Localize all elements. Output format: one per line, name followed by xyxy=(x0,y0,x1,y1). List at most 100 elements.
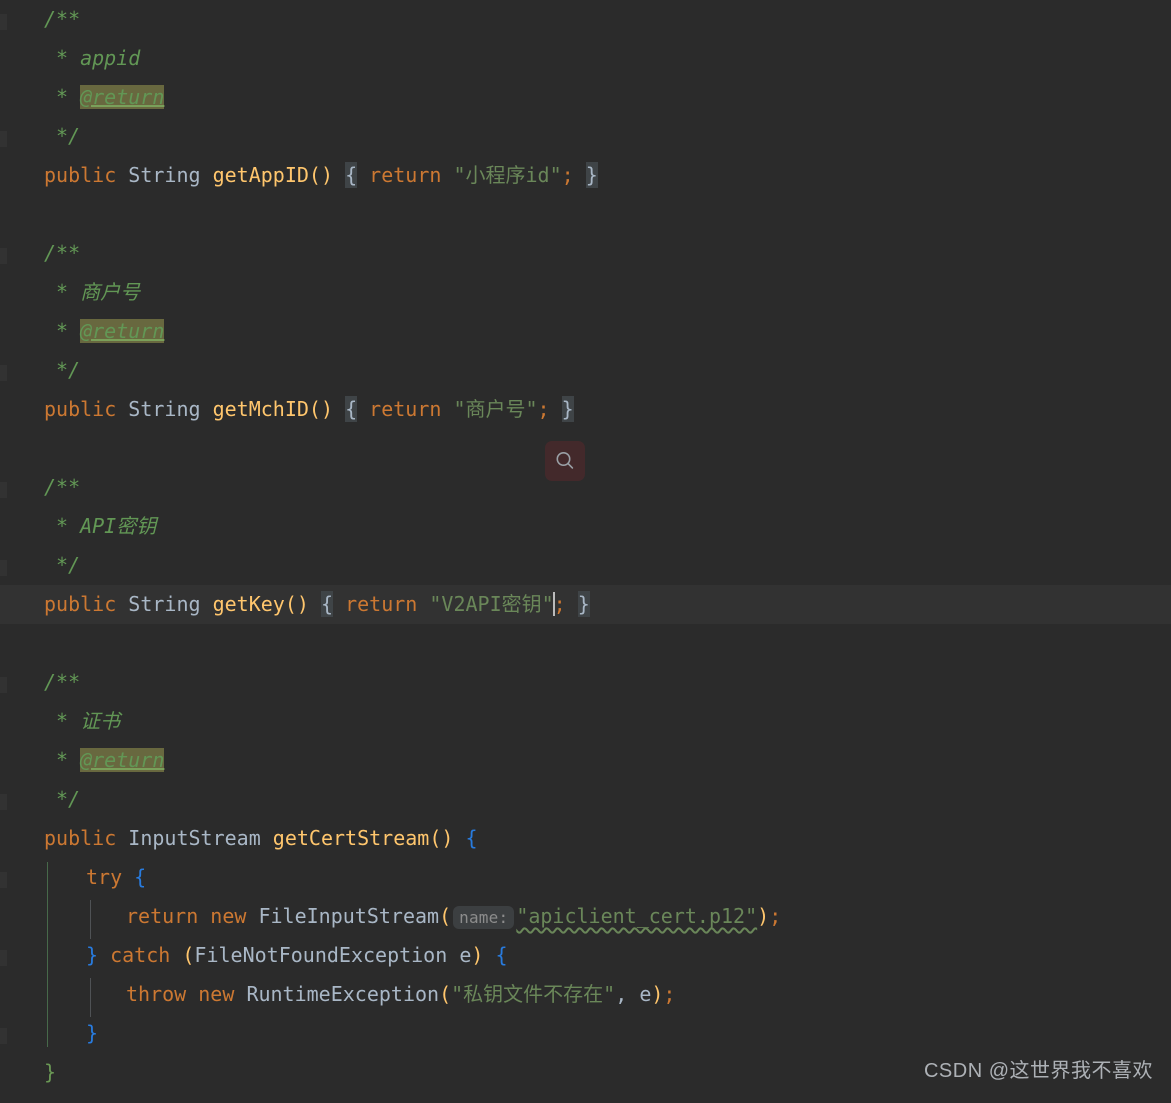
search-icon-chip[interactable] xyxy=(545,441,585,481)
code-line[interactable]: * 证书 xyxy=(0,702,1171,741)
code-line[interactable]: } xyxy=(0,1014,1171,1053)
paren-pair: () xyxy=(308,397,334,421)
code-line[interactable]: /** xyxy=(0,663,1171,702)
keyword-public: public xyxy=(44,592,117,616)
comment-open: /** xyxy=(44,7,81,31)
comment-asterisk: * xyxy=(56,46,69,70)
code-line-blank[interactable] xyxy=(0,429,1171,468)
code-line[interactable]: * appid xyxy=(0,39,1171,78)
brace-open: { xyxy=(465,826,478,850)
variable-e: e xyxy=(639,982,652,1006)
method-name-getappid[interactable]: getAppID xyxy=(213,163,309,187)
code-line[interactable]: public String getMchID() { return "商户号";… xyxy=(0,390,1171,429)
keyword-new: new xyxy=(198,982,235,1006)
keyword-public: public xyxy=(44,397,117,421)
code-line[interactable]: * @return xyxy=(0,741,1171,780)
brace-open-highlight: { xyxy=(345,396,358,422)
code-line[interactable]: */ xyxy=(0,117,1171,156)
watermark: CSDN @这世界我不喜欢 xyxy=(923,1060,1153,1082)
paren-open: ( xyxy=(439,904,452,928)
method-fold-line[interactable] xyxy=(47,862,48,1047)
type-runtimeexception: RuntimeException xyxy=(246,982,440,1006)
code-line[interactable]: */ xyxy=(0,780,1171,819)
method-name-getmchid[interactable]: getMchID xyxy=(213,397,309,421)
code-line-current[interactable]: public String getKey() { return "V2API密钥… xyxy=(0,585,1171,624)
comment-asterisk: * xyxy=(56,280,69,304)
code-line[interactable]: } catch (FileNotFoundException e) { xyxy=(0,936,1171,975)
brace-close: } xyxy=(86,943,99,967)
type-filenotfoundexception: FileNotFoundException xyxy=(194,943,448,967)
comment-open: /** xyxy=(44,475,81,499)
paren-pair: () xyxy=(429,826,454,850)
code-line[interactable]: * @return xyxy=(0,312,1171,351)
paren-pair: () xyxy=(308,163,334,187)
semicolon: ; xyxy=(663,982,676,1006)
semicolon: ; xyxy=(537,397,550,421)
type-string: String xyxy=(128,592,201,616)
comment-close: */ xyxy=(56,358,81,382)
code-line[interactable]: try { xyxy=(0,858,1171,897)
type-fileinputstream: FileInputStream xyxy=(258,904,440,928)
code-line[interactable]: return new FileInputStream(name: "apiclie… xyxy=(0,897,1171,936)
string-literal-mchid: "商户号" xyxy=(453,397,538,421)
comment-close: */ xyxy=(56,553,81,577)
brace-open-highlight: { xyxy=(345,162,358,188)
keyword-return: return xyxy=(369,397,442,421)
code-line[interactable]: */ xyxy=(0,546,1171,585)
comment-close: */ xyxy=(56,124,81,148)
code-line[interactable]: * API密钥 xyxy=(0,507,1171,546)
code-line[interactable]: * 商户号 xyxy=(0,273,1171,312)
comment-asterisk: * xyxy=(56,709,69,733)
code-line-blank[interactable] xyxy=(0,624,1171,663)
string-literal-key: "V2API密钥" xyxy=(429,592,554,616)
semicolon: ; xyxy=(553,592,566,616)
comma: , xyxy=(615,982,628,1006)
keyword-return: return xyxy=(345,592,418,616)
inlay-parameter-hint-name[interactable]: name: xyxy=(453,906,515,929)
keyword-new: new xyxy=(210,904,247,928)
method-name-getkey[interactable]: getKey xyxy=(213,592,285,616)
code-editor[interactable]: /** * appid * @return */ public String g… xyxy=(0,0,1171,1103)
comment-text-cert: 证书 xyxy=(80,709,121,733)
method-name-getcertstream[interactable]: getCertStream xyxy=(273,826,430,850)
keyword-catch: catch xyxy=(110,943,171,967)
paren-close: ) xyxy=(757,904,770,928)
code-line-blank[interactable] xyxy=(0,195,1171,234)
string-literal-appid: "小程序id" xyxy=(453,163,562,187)
comment-asterisk: * xyxy=(56,748,69,772)
javadoc-return-tag[interactable]: @return xyxy=(80,85,165,109)
comment-asterisk: * xyxy=(56,514,69,538)
paren-open: ( xyxy=(439,982,452,1006)
indent-guide xyxy=(90,900,91,939)
code-line[interactable]: * @return xyxy=(0,78,1171,117)
string-literal-errmsg: "私钥文件不存在" xyxy=(451,982,616,1006)
comment-open: /** xyxy=(44,670,81,694)
keyword-public: public xyxy=(44,163,117,187)
brace-open: { xyxy=(495,943,508,967)
keyword-return: return xyxy=(126,904,199,928)
code-line[interactable]: /** xyxy=(0,0,1171,39)
type-string: String xyxy=(128,397,201,421)
javadoc-return-tag[interactable]: @return xyxy=(80,748,165,772)
paren-close: ) xyxy=(471,943,484,967)
code-line[interactable]: */ xyxy=(0,351,1171,390)
code-line[interactable]: /** xyxy=(0,468,1171,507)
brace-close-highlight: } xyxy=(561,396,574,422)
comment-close: */ xyxy=(56,787,81,811)
type-inputstream: InputStream xyxy=(128,826,261,850)
semicolon: ; xyxy=(561,163,574,187)
indent-guide xyxy=(90,978,91,1017)
brace-open-highlight: { xyxy=(320,591,334,617)
brace-close: } xyxy=(86,1021,99,1045)
code-line[interactable]: public InputStream getCertStream() { xyxy=(0,819,1171,858)
type-string: String xyxy=(128,163,201,187)
code-line[interactable]: throw new RuntimeException("私钥文件不存在", e)… xyxy=(0,975,1171,1014)
javadoc-return-tag[interactable]: @return xyxy=(80,319,165,343)
code-line[interactable]: public String getAppID() { return "小程序id… xyxy=(0,156,1171,195)
code-line[interactable]: /** xyxy=(0,234,1171,273)
brace-open: { xyxy=(134,865,147,889)
brace-close-fold[interactable]: } xyxy=(44,1060,56,1084)
paren-pair: () xyxy=(284,592,309,616)
comment-text-appid: appid xyxy=(80,46,141,70)
paren-open: ( xyxy=(182,943,195,967)
